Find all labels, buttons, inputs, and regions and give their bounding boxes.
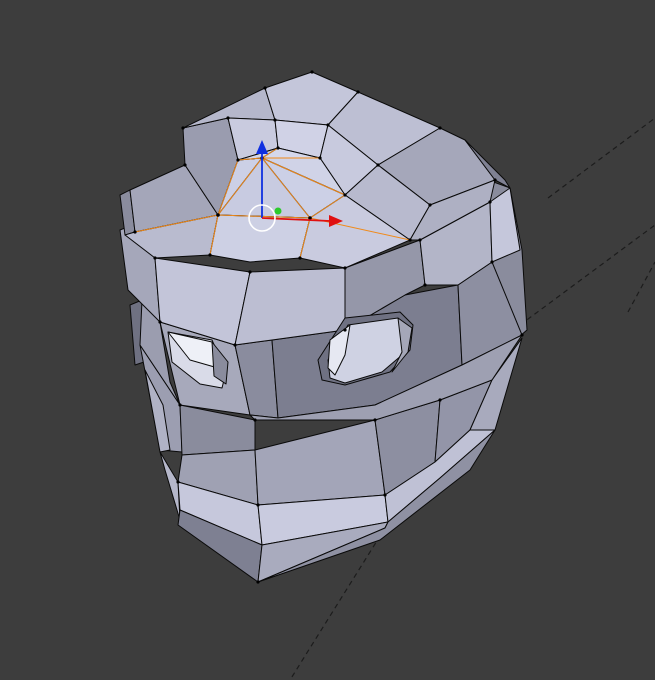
mesh-face [159,451,181,521]
mesh-face [489,187,521,263]
grid-line [519,224,655,326]
y-axis-handle[interactable] [274,207,282,215]
grid-line [627,261,655,313]
grid-line [547,117,655,199]
viewport-scene[interactable] [0,0,655,680]
mesh-face [254,419,386,506]
helmet-mesh[interactable] [119,71,528,583]
3d-viewport[interactable] [0,0,655,680]
mesh-face [209,214,311,263]
